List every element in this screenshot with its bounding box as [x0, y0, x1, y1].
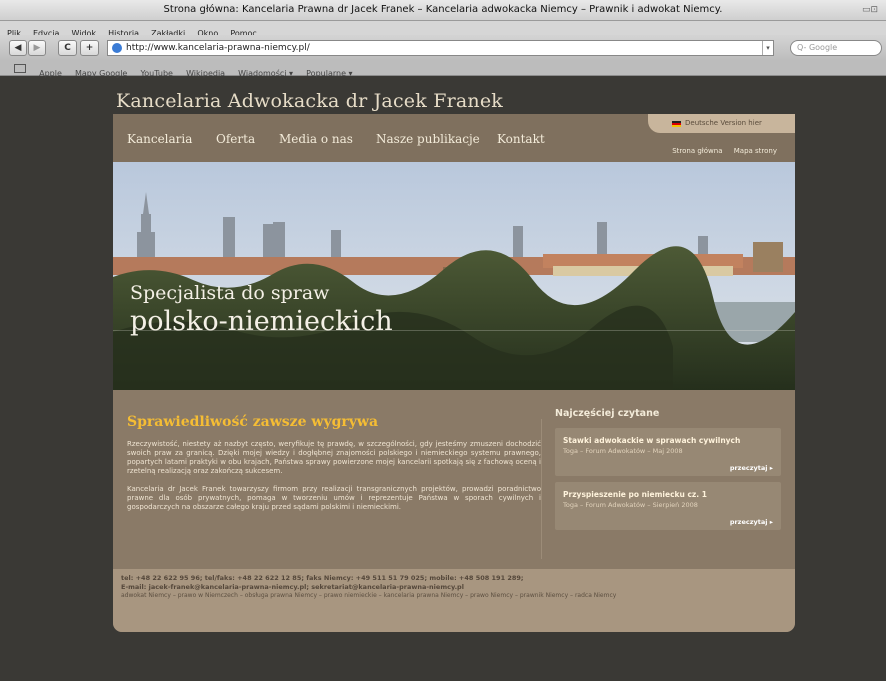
footer-emails[interactable]: E-mail: jacek-franek@kancelaria-prawna-n… [121, 583, 464, 591]
main-navigation: Kancelaria Oferta Media o nas Nasze publ… [113, 114, 795, 162]
window-title: Strona główna: Kancelaria Prawna dr Jace… [163, 4, 723, 15]
most-read-title: Najczęściej czytane [555, 408, 660, 419]
bookmark-mapy-google[interactable]: Mapy Google [75, 69, 127, 78]
article-title[interactable]: Przyspieszenie po niemiecku cz. 1 [563, 490, 773, 499]
footer-keywords: adwokat Niemcy – prawo w Niemczech – obs… [121, 592, 617, 599]
search-placeholder: Q- Google [797, 43, 838, 52]
back-button[interactable]: ◀ [9, 40, 27, 56]
services-paragraph: Kancelaria dr Jacek Franek towarzyszy fi… [127, 485, 541, 511]
bookmark-apple[interactable]: Apple [39, 69, 62, 78]
back-arrow-icon: ◀ [14, 43, 22, 53]
url-text: http://www.kancelaria-prawna-niemcy.pl/ [126, 43, 310, 53]
reload-icon: C [64, 43, 71, 53]
bookmark-wikipedia[interactable]: Wikipedia [186, 69, 225, 78]
german-version-tab[interactable]: Deutsche Version hier [648, 114, 795, 133]
site-globe-icon [112, 43, 122, 53]
forward-arrow-icon: ▶ [33, 43, 41, 53]
nav-item-kontakt[interactable]: Kontakt [497, 132, 545, 146]
nav-item-nasze-publikacje[interactable]: Nasze publikacje [376, 132, 480, 146]
bookmark-wiadomosci[interactable]: Wiadomości ▾ [238, 69, 293, 78]
bookmarks-book-icon[interactable] [14, 64, 26, 73]
warsaw-skyline-image [113, 162, 795, 390]
home-link[interactable]: Strona główna [672, 147, 722, 155]
reload-button[interactable]: C [58, 40, 77, 56]
bookmark-popularne[interactable]: Popularne ▾ [306, 69, 352, 78]
nav-item-media-o-nas[interactable]: Media o nas [279, 132, 353, 146]
article-meta: Toga – Forum Adwokatów – Sierpień 2008 [563, 501, 698, 509]
nav-item-kancelaria[interactable]: Kancelaria [127, 132, 192, 146]
top-links: Strona główna Mapa strony [663, 147, 777, 155]
bookmark-youtube[interactable]: YouTube [140, 69, 173, 78]
hero-tagline-line1: Specjalista do spraw [130, 282, 330, 304]
footer-phones: tel: +48 22 622 95 96; tel/faks: +48 22 … [121, 574, 524, 582]
address-bar[interactable]: http://www.kancelaria-prawna-niemcy.pl/ … [107, 40, 774, 56]
main-headline: Sprawiedliwość zawsze wygrywa [127, 414, 379, 430]
nav-item-oferta[interactable]: Oferta [216, 132, 255, 146]
forward-button[interactable]: ▶ [28, 40, 46, 56]
url-dropdown-icon[interactable]: ▾ [762, 41, 773, 55]
browser-toolbar: ◀ ▶ C + http://www.kancelaria-prawna-nie… [0, 35, 886, 61]
window-titlebar: Strona główna: Kancelaria Prawna dr Jace… [0, 0, 886, 21]
content-panel: Kancelaria Oferta Media o nas Nasze publ… [113, 114, 795, 632]
intro-paragraph: Rzeczywistość, niestety aż nazbyt często… [127, 440, 541, 475]
read-more-link[interactable]: przeczytaj ▸ [563, 464, 773, 472]
search-input[interactable]: Q- Google [790, 40, 882, 56]
hero-banner: Specjalista do spraw polsko-niemieckich [113, 162, 795, 390]
contact-footer: tel: +48 22 622 95 96; tel/faks: +48 22 … [113, 569, 795, 632]
article-meta: Toga – Forum Adwokatów – Maj 2008 [563, 447, 683, 455]
site-title[interactable]: Kancelaria Adwokacka dr Jacek Franek [116, 90, 503, 112]
plus-icon: + [85, 43, 94, 53]
read-more-link[interactable]: przeczytaj ▸ [563, 518, 773, 526]
main-content: Sprawiedliwość zawsze wygrywa Rzeczywist… [127, 414, 541, 521]
menu-bar: Plik Edycja Widok Historia Zakładki Okno… [0, 21, 886, 38]
sitemap-link[interactable]: Mapa strony [734, 147, 777, 155]
add-bookmark-button[interactable]: + [80, 40, 99, 56]
article-card: Stawki adwokackie w sprawach cywilnych T… [555, 428, 781, 476]
german-version-link[interactable]: Deutsche Version hier [685, 119, 762, 127]
article-card: Przyspieszenie po niemiecku cz. 1 Toga –… [555, 482, 781, 530]
window-resize-icon[interactable]: ▭⊡ [862, 5, 878, 15]
column-divider [541, 419, 542, 559]
hero-tagline-line2: polsko-niemieckich [130, 306, 393, 337]
article-title[interactable]: Stawki adwokackie w sprawach cywilnych [563, 436, 773, 445]
bookmarks-bar: Apple Mapy Google YouTube Wikipedia Wiad… [0, 61, 886, 78]
german-flag-icon [672, 121, 681, 127]
most-read-sidebar: Najczęściej czytane Stawki adwokackie w … [555, 408, 781, 536]
